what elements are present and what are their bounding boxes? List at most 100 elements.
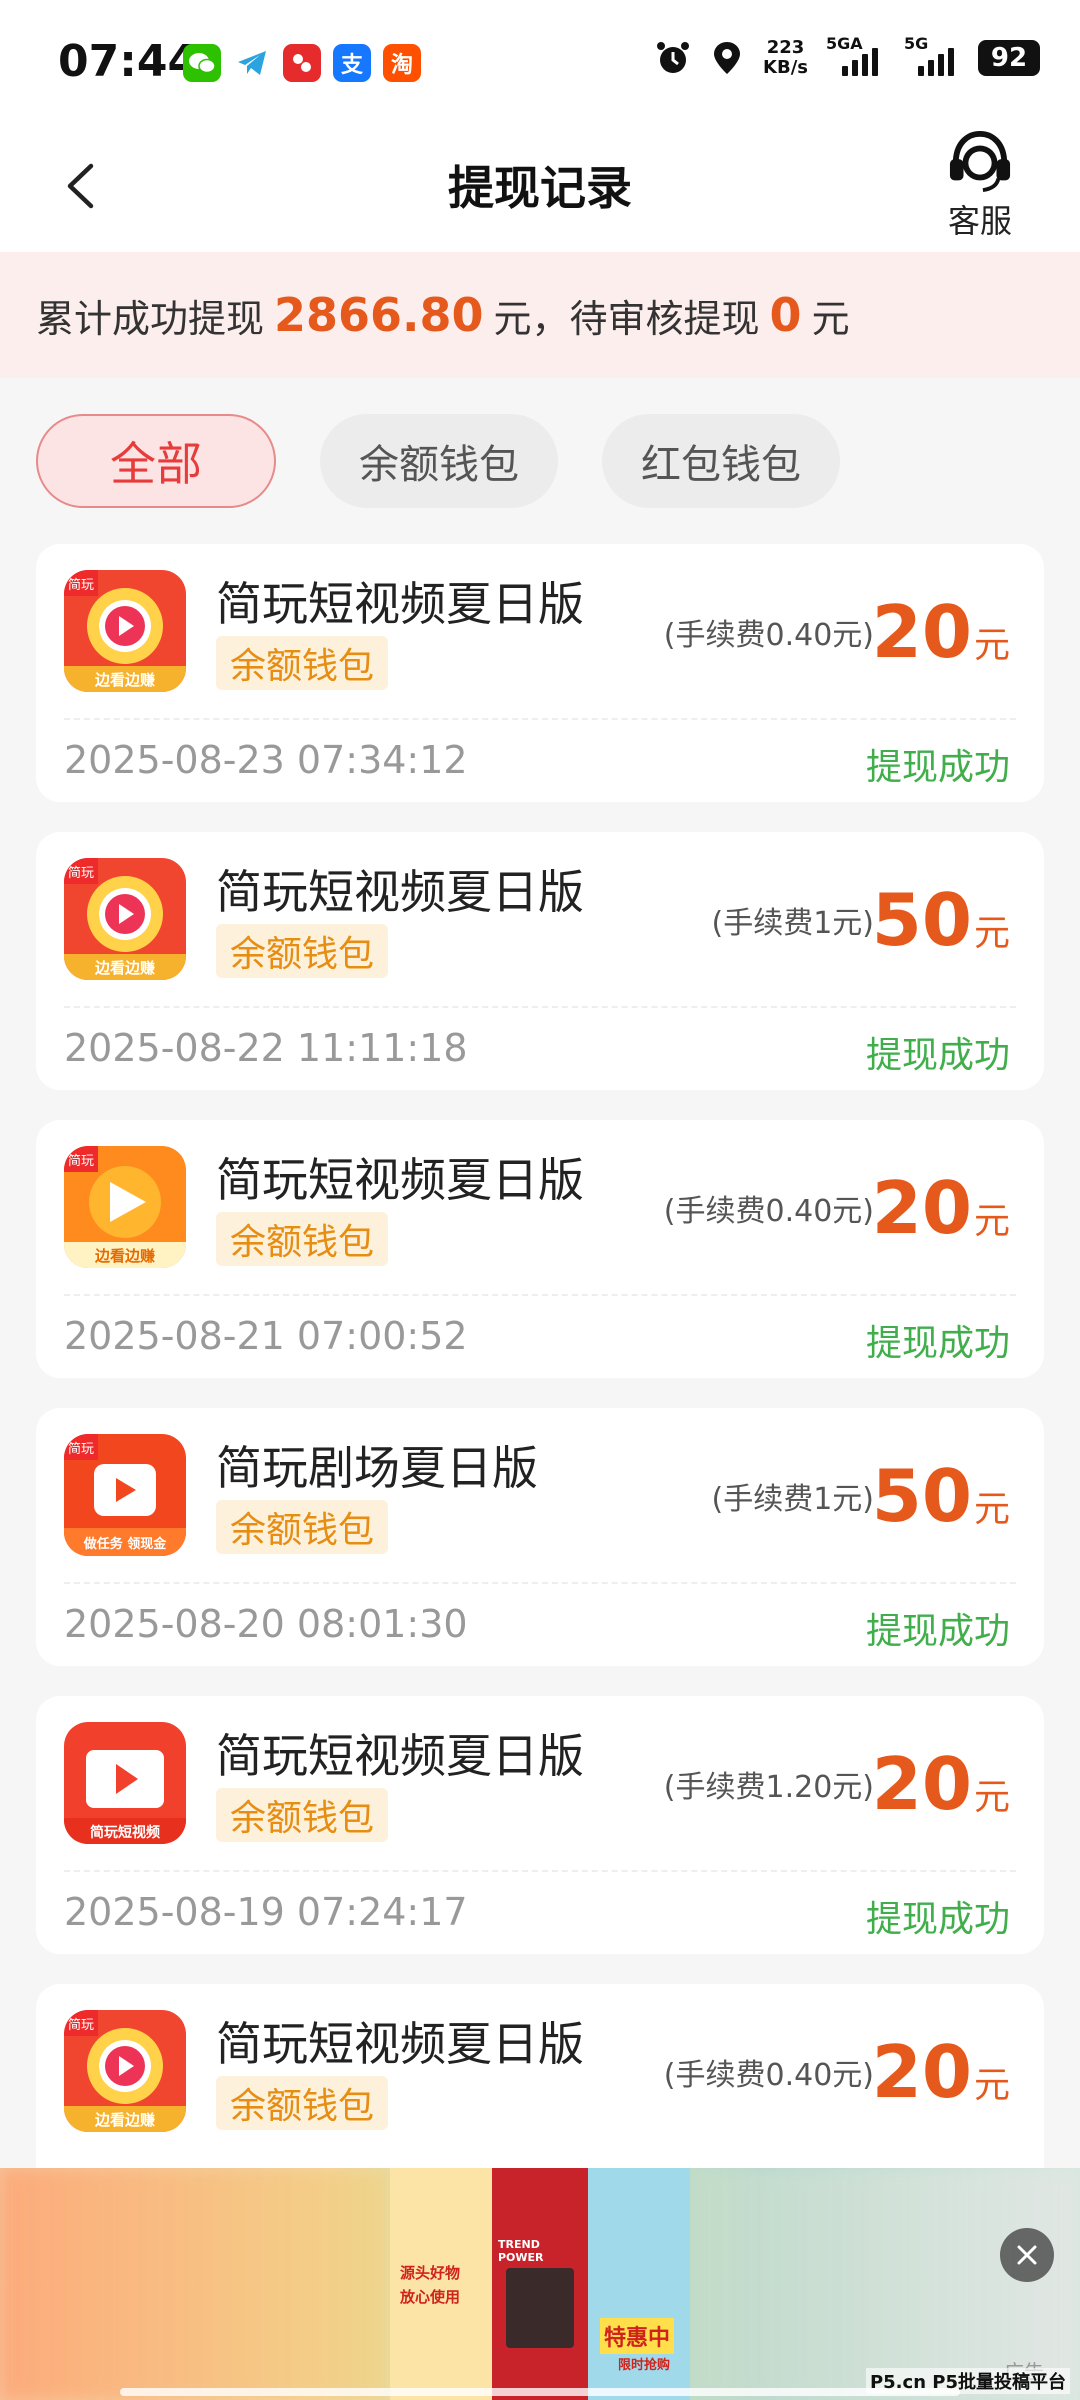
divider <box>64 1006 1016 1008</box>
alipay-icon: 支 <box>333 44 371 82</box>
amount-unit: 元 <box>973 913 1010 954</box>
page-title: 提现记录 <box>448 161 632 215</box>
app-name: 简玩短视频夏日版 <box>216 1729 584 1783</box>
ad-text: 特惠中 <box>600 2318 675 2354</box>
amount-unit: 元 <box>973 2065 1010 2106</box>
summary-prefix: 累计成功提现 <box>36 296 265 341</box>
summary-mid: 元，待审核提现 <box>493 296 760 341</box>
ad-banner[interactable]: 源头好物 放心使用 TREND POWER 特惠中 限时抢购 广告 P5.cn … <box>0 2168 1080 2400</box>
nav-header: 提现记录 客服 <box>0 120 1080 252</box>
wechat-icon <box>183 44 221 82</box>
app-icon-theater: 做任务 领现金 简玩 <box>64 1434 186 1556</box>
fee-text: (手续费1元) <box>711 1482 875 1517</box>
amount: 20 元 <box>872 1742 1010 1826</box>
withdraw-summary: 累计成功提现 2866.80 元，待审核提现 0 元 <box>0 252 1080 378</box>
svg-text:边看边赚: 边看边赚 <box>94 959 155 977</box>
telegram-icon <box>233 44 271 82</box>
record-date: 2025-08-22 11:11:18 <box>64 1026 468 1070</box>
amount-unit: 元 <box>973 1777 1010 1818</box>
amount: 20 元 <box>872 2030 1010 2114</box>
divider <box>64 718 1016 720</box>
pending-amount: 0 <box>769 288 802 342</box>
svg-text:做任务 领现金: 做任务 领现金 <box>83 1536 168 1552</box>
amount-value: 20 <box>871 590 972 674</box>
close-icon <box>1017 2245 1037 2265</box>
game-icon <box>283 44 321 82</box>
divider <box>64 1294 1016 1296</box>
amount: 50 元 <box>872 878 1010 962</box>
app-icon-video: 边看边赚 简玩 <box>64 570 186 692</box>
app-name: 简玩短视频夏日版 <box>216 1153 584 1207</box>
app-name: 简玩短视频夏日版 <box>216 2017 584 2071</box>
battery-indicator: 92 <box>978 40 1040 76</box>
tab-balance-wallet[interactable]: 余额钱包 <box>320 414 558 508</box>
fee-text: (手续费1元) <box>711 906 875 941</box>
amount-unit: 元 <box>973 1489 1010 1530</box>
record-date: 2025-08-23 07:34:12 <box>64 738 468 782</box>
ad-panel-right: 特惠中 限时抢购 <box>588 2168 690 2400</box>
app-icon-video: 边看边赚 简玩 <box>64 858 186 980</box>
app-icon-video: 边看边赚 简玩 <box>64 2010 186 2132</box>
amount-unit: 元 <box>973 1201 1010 1242</box>
gesture-bar[interactable] <box>120 2388 960 2396</box>
record-status: 提现成功 <box>865 1035 1010 1076</box>
svg-text:简玩短视频: 简玩短视频 <box>90 1824 160 1841</box>
amount-value: 20 <box>871 1166 972 1250</box>
ad-close-button[interactable] <box>1000 2228 1054 2282</box>
status-time: 07:44 <box>58 36 199 87</box>
record-status: 提现成功 <box>865 1899 1010 1940</box>
wallet-tag: 余额钱包 <box>216 924 389 978</box>
divider <box>64 1582 1016 1584</box>
ad-text: 限时抢购 <box>618 2358 671 2373</box>
tab-all[interactable]: 全部 <box>36 414 276 508</box>
location-icon <box>714 42 741 74</box>
app-icon-short-video: 简玩短视频 <box>64 1722 186 1844</box>
ad-creative[interactable]: 源头好物 放心使用 TREND POWER 特惠中 限时抢购 <box>390 2168 690 2400</box>
svg-text:边看边赚: 边看边赚 <box>94 2111 155 2129</box>
wallet-tag: 余额钱包 <box>216 636 389 690</box>
svg-text:简玩: 简玩 <box>68 577 94 593</box>
amount-value: 50 <box>871 1454 972 1538</box>
signal-5ga-icon: 5GA <box>826 34 886 76</box>
record-card[interactable]: 边看边赚 简玩 简玩短视频夏日版 余额钱包 (手续费0.40元) 20 元 20… <box>36 1120 1044 1378</box>
record-card[interactable]: 简玩短视频 简玩短视频夏日版 余额钱包 (手续费1.20元) 20 元 2025… <box>36 1696 1044 1954</box>
svg-text:简玩: 简玩 <box>68 1153 94 1169</box>
svg-text:简玩: 简玩 <box>68 1441 94 1457</box>
amount-value: 20 <box>871 2030 972 2114</box>
app-name: 简玩短视频夏日版 <box>216 577 584 631</box>
fee-text: (手续费0.40元) <box>663 618 874 653</box>
app-name: 简玩剧场夏日版 <box>216 1441 538 1495</box>
wallet-tag: 余额钱包 <box>216 1212 389 1266</box>
app-icon-video-orange: 边看边赚 简玩 <box>64 1146 186 1268</box>
record-status: 提现成功 <box>865 747 1010 788</box>
signal-5g-icon: 5G <box>904 34 960 76</box>
record-card[interactable]: 边看边赚 简玩 简玩短视频夏日版 余额钱包 (手续费0.40元) 20 元 20… <box>36 544 1044 802</box>
network-speed: 223 KB/s <box>763 37 808 78</box>
fee-text: (手续费0.40元) <box>663 2058 874 2093</box>
customer-service-button[interactable]: 客服 <box>940 130 1020 242</box>
svg-text:边看边赚: 边看边赚 <box>94 671 155 689</box>
amount-value: 50 <box>871 878 972 962</box>
svg-text:简玩: 简玩 <box>68 2017 94 2033</box>
notification-icons: 支 淘 <box>183 44 421 82</box>
record-card[interactable]: 做任务 领现金 简玩 简玩剧场夏日版 余额钱包 (手续费1元) 50 元 202… <box>36 1408 1044 1666</box>
filter-tabs: 全部 余额钱包 红包钱包 <box>36 414 840 508</box>
tab-redpacket-wallet[interactable]: 红包钱包 <box>602 414 840 508</box>
taobao-icon: 淘 <box>383 44 421 82</box>
total-withdrawn-amount: 2866.80 <box>274 288 484 342</box>
record-date: 2025-08-19 07:24:17 <box>64 1890 468 1934</box>
record-card[interactable]: 边看边赚 简玩 简玩短视频夏日版 余额钱包 (手续费1元) 50 元 2025-… <box>36 832 1044 1090</box>
ad-text: 放心使用 <box>400 2288 461 2306</box>
svg-text:简玩: 简玩 <box>68 865 94 881</box>
amount: 50 元 <box>872 1454 1010 1538</box>
summary-suffix: 元 <box>811 296 850 341</box>
ad-text: 源头好物 <box>400 2264 461 2282</box>
amount: 20 元 <box>872 1166 1010 1250</box>
amount-value: 20 <box>871 1742 972 1826</box>
wallet-tag: 余额钱包 <box>216 2076 389 2130</box>
amount: 20 元 <box>872 590 1010 674</box>
svg-text:边看边赚: 边看边赚 <box>94 1247 155 1265</box>
watermark: P5.cn P5批量投稿平台 <box>865 2368 1070 2394</box>
record-date: 2025-08-20 08:01:30 <box>64 1602 468 1646</box>
fee-text: (手续费0.40元) <box>663 1194 874 1229</box>
